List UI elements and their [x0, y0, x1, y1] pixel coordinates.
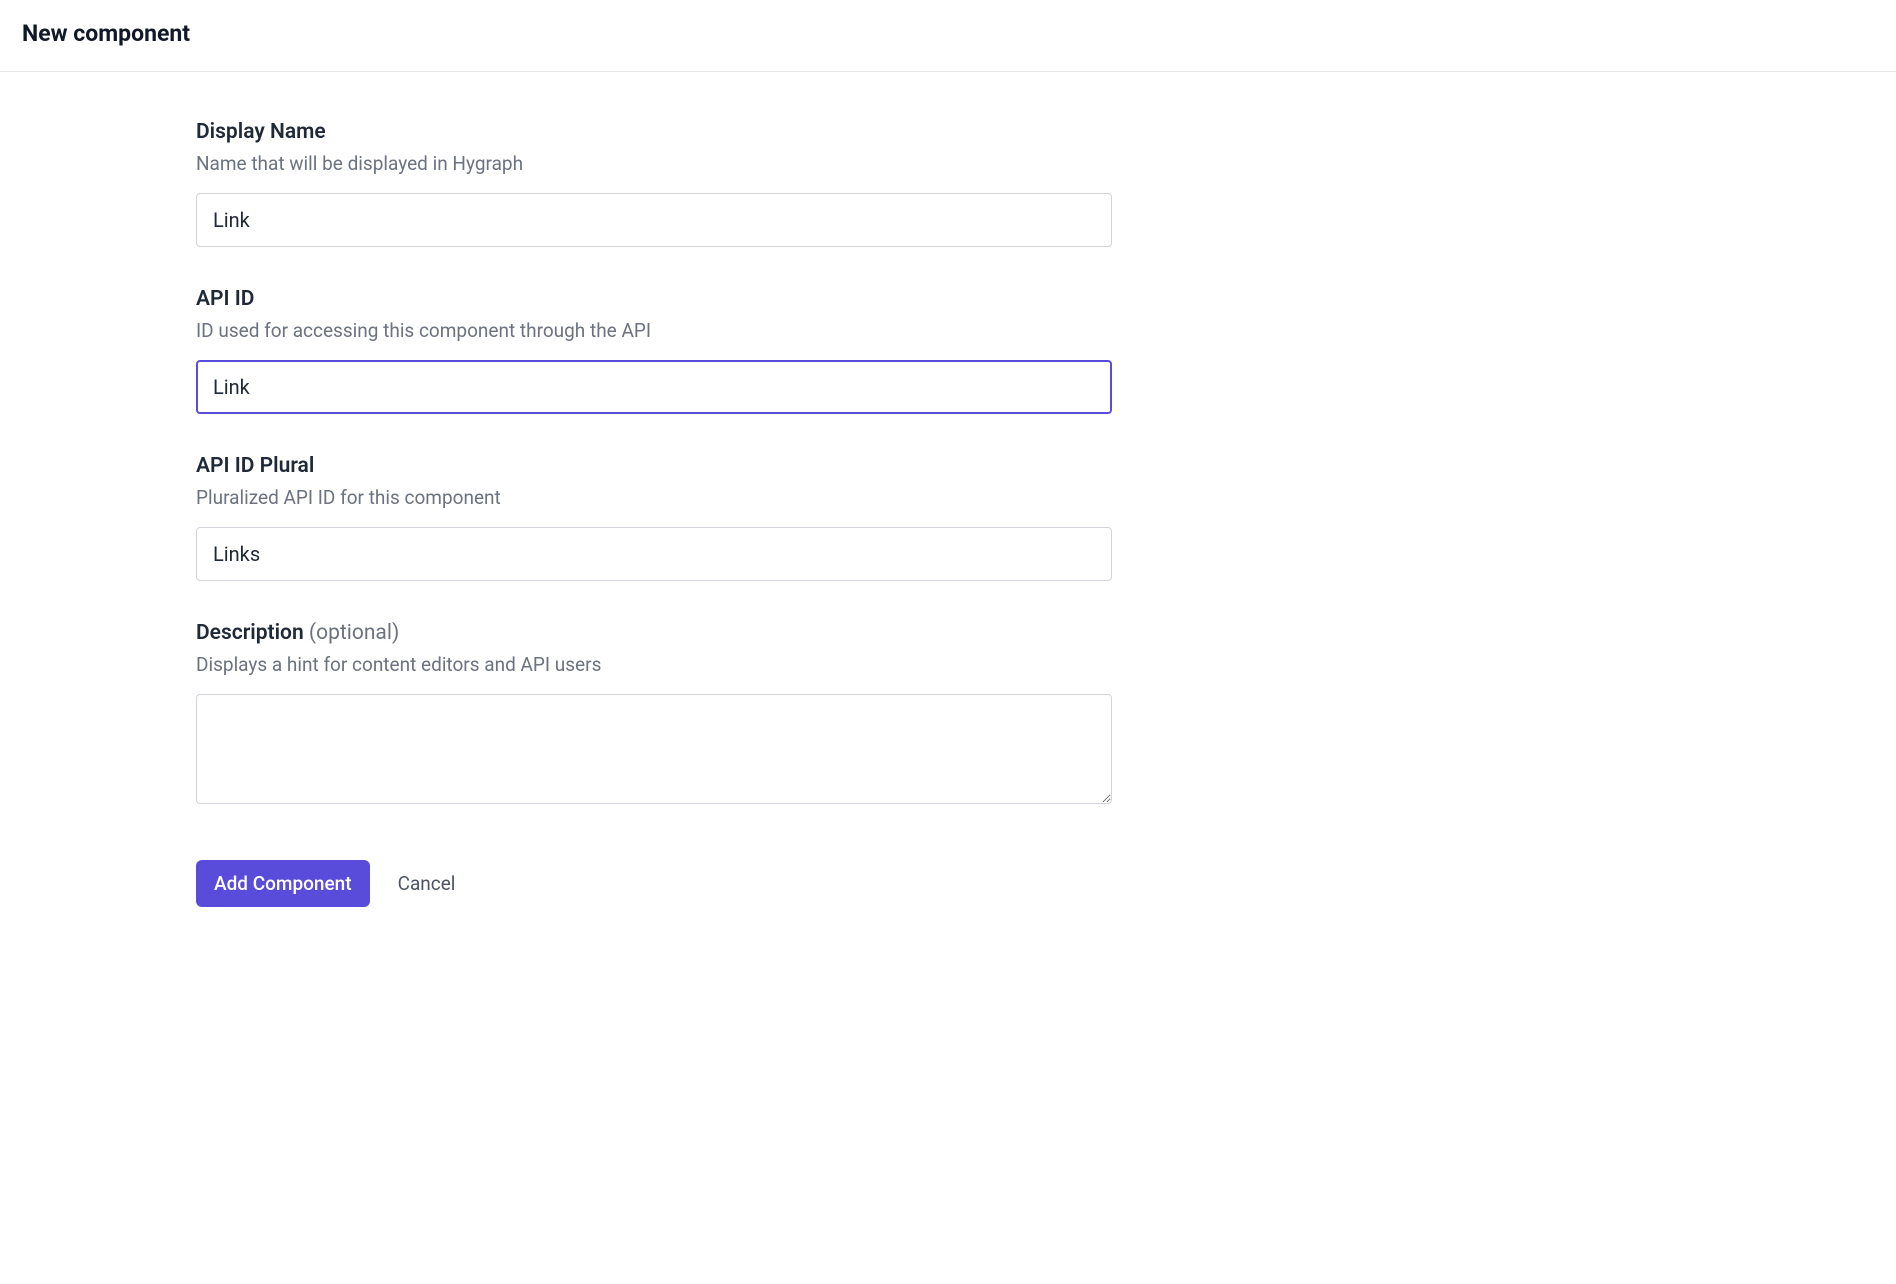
page-header: New component [0, 0, 1896, 72]
api-id-plural-hint: Pluralized API ID for this component [196, 486, 1112, 509]
description-label-text: Description [196, 621, 304, 645]
display-name-field-group: Display Name Name that will be displayed… [196, 120, 1112, 247]
api-id-field-group: API ID ID used for accessing this compon… [196, 287, 1112, 414]
description-label: Description (optional) [196, 621, 1112, 645]
api-id-input[interactable] [196, 360, 1112, 414]
add-component-button[interactable]: Add Component [196, 860, 370, 907]
description-field-group: Description (optional) Displays a hint f… [196, 621, 1112, 808]
api-id-plural-field-group: API ID Plural Pluralized API ID for this… [196, 454, 1112, 581]
cancel-button[interactable]: Cancel [398, 860, 456, 907]
description-optional-text: (optional) [309, 621, 399, 645]
display-name-label: Display Name [196, 120, 1112, 144]
description-input[interactable] [196, 694, 1112, 804]
api-id-hint: ID used for accessing this component thr… [196, 319, 1112, 342]
description-hint: Displays a hint for content editors and … [196, 653, 1112, 676]
form-content: Display Name Name that will be displayed… [196, 72, 1112, 955]
display-name-input[interactable] [196, 193, 1112, 247]
button-row: Add Component Cancel [196, 860, 1112, 907]
page-title: New component [22, 20, 1874, 47]
display-name-hint: Name that will be displayed in Hygraph [196, 152, 1112, 175]
api-id-label: API ID [196, 287, 1112, 311]
api-id-plural-input[interactable] [196, 527, 1112, 581]
api-id-plural-label: API ID Plural [196, 454, 1112, 478]
